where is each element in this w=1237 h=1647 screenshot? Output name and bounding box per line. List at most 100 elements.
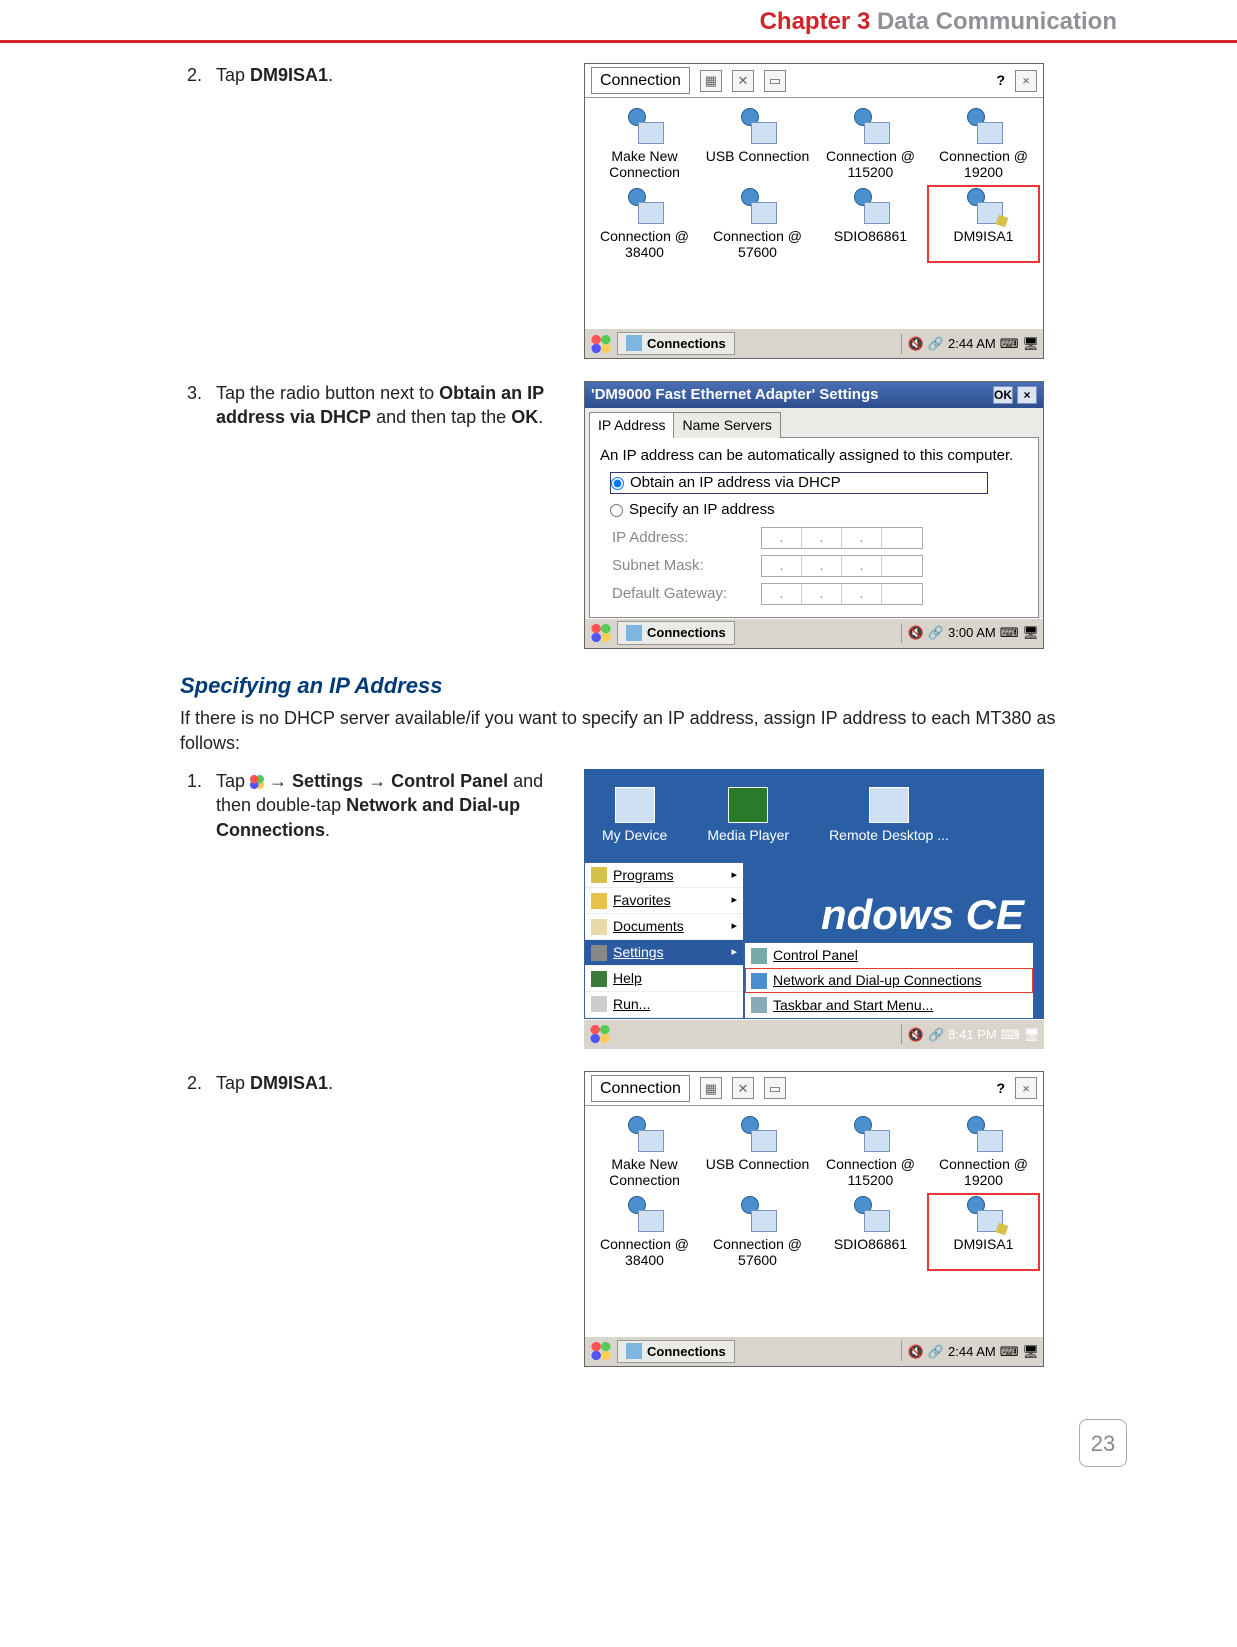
start-button[interactable]: [589, 333, 613, 355]
taskbar-button[interactable]: Connections: [617, 332, 735, 356]
start-button[interactable]: [588, 1023, 612, 1045]
start-menu: Programs▸ Favorites▸ Documents▸ Settings…: [584, 862, 744, 1019]
step-2a: 2. Tap DM9ISA1.: [180, 63, 560, 87]
submenu-control-panel[interactable]: Control Panel: [745, 943, 1033, 968]
close-icon[interactable]: ×: [1015, 70, 1037, 92]
tab-name-servers[interactable]: Name Servers: [673, 412, 780, 438]
desktop-icon-mydevice[interactable]: My Device: [602, 787, 667, 845]
field-default-gateway: Default Gateway:...: [612, 583, 1028, 605]
panel-description: An IP address can be automatically assig…: [600, 446, 1028, 466]
desktop-icon[interactable]: 🖥: [1023, 1026, 1040, 1044]
submenu-taskbar[interactable]: Taskbar and Start Menu...: [745, 993, 1033, 1018]
properties-icon[interactable]: ▭: [764, 1077, 786, 1099]
text: and then tap the: [371, 407, 511, 427]
taskbar-button[interactable]: Connections: [617, 1340, 735, 1364]
radio-input[interactable]: [611, 477, 624, 490]
tray-icon[interactable]: 🔇: [908, 624, 924, 642]
menu-item-documents[interactable]: Documents▸: [585, 914, 743, 940]
desktop-icon[interactable]: 🖥: [1022, 335, 1039, 353]
text: Tap: [216, 771, 250, 791]
tray-icon[interactable]: 🔗: [928, 335, 944, 353]
address-box[interactable]: Connection: [591, 1075, 690, 1103]
text-bold: DM9ISA1: [250, 65, 328, 85]
connection-item-dm9isa1[interactable]: DM9ISA1: [930, 188, 1037, 260]
connection-item[interactable]: Connection @ 38400: [591, 188, 698, 260]
connection-label: Connection @ 19200: [930, 1156, 1037, 1188]
connection-label: Connection @ 38400: [591, 1236, 698, 1268]
view-icon[interactable]: ▦: [700, 1077, 722, 1099]
tab-strip: IP Address Name Servers: [589, 412, 1039, 438]
connection-item-dm9isa1[interactable]: DM9ISA1: [930, 1196, 1037, 1268]
help-icon[interactable]: ?: [996, 1079, 1005, 1098]
radio-specify[interactable]: Specify an IP address: [610, 500, 988, 520]
view-icon[interactable]: ▦: [700, 70, 722, 92]
taskbar: Connections 🔇🔗 2:44 AM ⌨🖥: [585, 328, 1043, 358]
connection-item[interactable]: Make New Connection: [591, 108, 698, 180]
network-icon: [751, 973, 767, 989]
connection-label: Connection @ 19200: [930, 148, 1037, 180]
sip-icon[interactable]: ⌨: [1000, 1343, 1019, 1361]
step-1b: 1. Tap → Settings → Control Panel and th…: [180, 769, 560, 842]
address-box[interactable]: Connection: [591, 67, 690, 95]
connection-item[interactable]: Connection @ 115200: [817, 108, 924, 180]
ok-button[interactable]: OK: [993, 386, 1013, 404]
properties-icon[interactable]: ▭: [764, 70, 786, 92]
windows-ce-logo: ndows CE: [821, 887, 1024, 944]
tray-icon[interactable]: 🔗: [928, 624, 944, 642]
connection-label: Connection @ 115200: [817, 148, 924, 180]
connection-item[interactable]: USB Connection: [704, 108, 811, 180]
start-button[interactable]: [589, 622, 613, 644]
connection-label: USB Connection: [706, 1156, 810, 1172]
radio-input[interactable]: [610, 504, 623, 517]
connection-item[interactable]: Connection @ 57600: [704, 1196, 811, 1268]
connection-item[interactable]: USB Connection: [704, 1116, 811, 1188]
tray-icon[interactable]: 🔇: [908, 1026, 924, 1044]
clock: 8:41 PM: [948, 1026, 996, 1044]
sip-icon[interactable]: ⌨: [1000, 624, 1019, 642]
menu-item-run[interactable]: Run...: [585, 992, 743, 1018]
run-icon: [591, 996, 607, 1012]
connection-item[interactable]: Connection @ 38400: [591, 1196, 698, 1268]
text: Tap: [216, 1073, 250, 1093]
connection-item[interactable]: Make New Connection: [591, 1116, 698, 1188]
connection-item[interactable]: Connection @ 115200: [817, 1116, 924, 1188]
help-icon[interactable]: ?: [996, 71, 1005, 90]
submenu-network-connections[interactable]: Network and Dial-up Connections: [745, 968, 1033, 993]
menu-item-programs[interactable]: Programs▸: [585, 863, 743, 889]
desktop-icon-mediaplayer[interactable]: Media Player: [707, 787, 789, 845]
step-body: Tap DM9ISA1.: [216, 63, 560, 87]
step-body: Tap → Settings → Control Panel and then …: [216, 769, 560, 842]
start-button[interactable]: [589, 1340, 613, 1362]
desktop-icon[interactable]: 🖥: [1022, 624, 1039, 642]
clock: 2:44 AM: [948, 335, 996, 353]
delete-icon[interactable]: ✕: [732, 70, 754, 92]
sip-icon[interactable]: ⌨: [1001, 1026, 1020, 1044]
connection-item[interactable]: SDIO86861: [817, 1196, 924, 1268]
settings-submenu: Control Panel Network and Dial-up Connec…: [744, 942, 1034, 1019]
connection-item[interactable]: Connection @ 57600: [704, 188, 811, 260]
text: .: [325, 820, 330, 840]
taskbar-button[interactable]: Connections: [617, 621, 735, 645]
tray-icon[interactable]: 🔇: [908, 1343, 924, 1361]
sip-icon[interactable]: ⌨: [1000, 335, 1019, 353]
screenshot-desktop: My Device Media Player Remote Desktop ..…: [584, 769, 1044, 1049]
desktop-icon[interactable]: 🖥: [1022, 1343, 1039, 1361]
network-icon: [626, 625, 642, 641]
window-title: 'DM9000 Fast Ethernet Adapter' Settings: [591, 385, 878, 405]
step-body: Tap DM9ISA1.: [216, 1071, 560, 1095]
desktop-icon-remotedesktop[interactable]: Remote Desktop ...: [829, 787, 949, 845]
tab-ip-address[interactable]: IP Address: [589, 412, 674, 438]
menu-item-help[interactable]: Help: [585, 966, 743, 992]
connection-item[interactable]: Connection @ 19200: [930, 1116, 1037, 1188]
close-icon[interactable]: ×: [1017, 386, 1037, 404]
tray-icon[interactable]: 🔗: [928, 1343, 944, 1361]
menu-item-favorites[interactable]: Favorites▸: [585, 888, 743, 914]
connection-item[interactable]: Connection @ 19200: [930, 108, 1037, 180]
tray-icon[interactable]: 🔇: [908, 335, 924, 353]
close-icon[interactable]: ×: [1015, 1077, 1037, 1099]
tray-icon[interactable]: 🔗: [928, 1026, 944, 1044]
delete-icon[interactable]: ✕: [732, 1077, 754, 1099]
radio-dhcp[interactable]: Obtain an IP address via DHCP: [610, 472, 988, 494]
connection-item[interactable]: SDIO86861: [817, 188, 924, 260]
menu-item-settings[interactable]: Settings▸: [585, 940, 743, 966]
